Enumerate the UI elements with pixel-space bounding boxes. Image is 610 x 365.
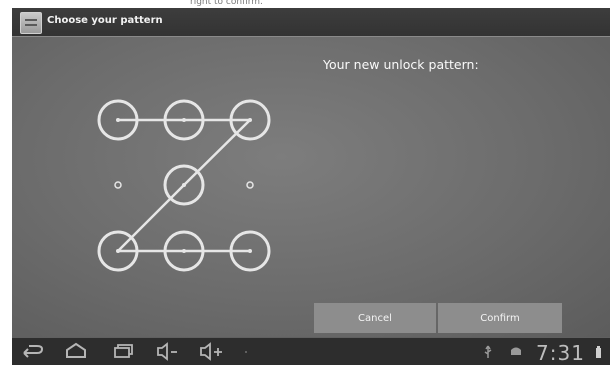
back-icon[interactable] <box>23 345 44 358</box>
pattern-dot-6[interactable] <box>246 181 254 189</box>
settings-list-icon <box>20 12 42 34</box>
pattern-dot-center <box>248 249 252 253</box>
pattern-grid[interactable] <box>12 37 312 337</box>
battery-icon <box>596 346 601 358</box>
pattern-dot-center <box>182 118 186 122</box>
indicator-dot <box>245 351 247 353</box>
pattern-instruction: Your new unlock pattern: <box>323 57 479 72</box>
top-caption-fragment: right to confirm. <box>190 0 263 7</box>
android-screen: Choose your pattern Your new unlock patt… <box>12 8 610 365</box>
confirm-button[interactable]: Confirm <box>438 303 562 333</box>
usb-icon <box>484 345 492 358</box>
volume-up-icon[interactable] <box>200 342 222 361</box>
window-title: Choose your pattern <box>47 15 163 26</box>
title-bar: Choose your pattern <box>12 8 610 37</box>
recent-apps-icon[interactable] <box>114 344 133 358</box>
android-debug-icon <box>511 347 521 355</box>
pattern-dot-center <box>248 118 252 122</box>
pattern-dot-center <box>182 249 186 253</box>
volume-down-icon[interactable] <box>157 342 177 361</box>
pattern-content-area: Your new unlock pattern: Cancel Confirm <box>12 37 610 337</box>
home-icon[interactable] <box>66 342 86 358</box>
pattern-dot-4[interactable] <box>114 181 122 189</box>
pattern-dot-center <box>182 183 186 187</box>
system-navigation-bar: 7:31 <box>12 338 610 365</box>
cancel-button[interactable]: Cancel <box>314 303 436 333</box>
pattern-dot-center <box>116 249 120 253</box>
status-clock: 7:31 <box>536 341 585 365</box>
pattern-dot-center <box>116 118 120 122</box>
